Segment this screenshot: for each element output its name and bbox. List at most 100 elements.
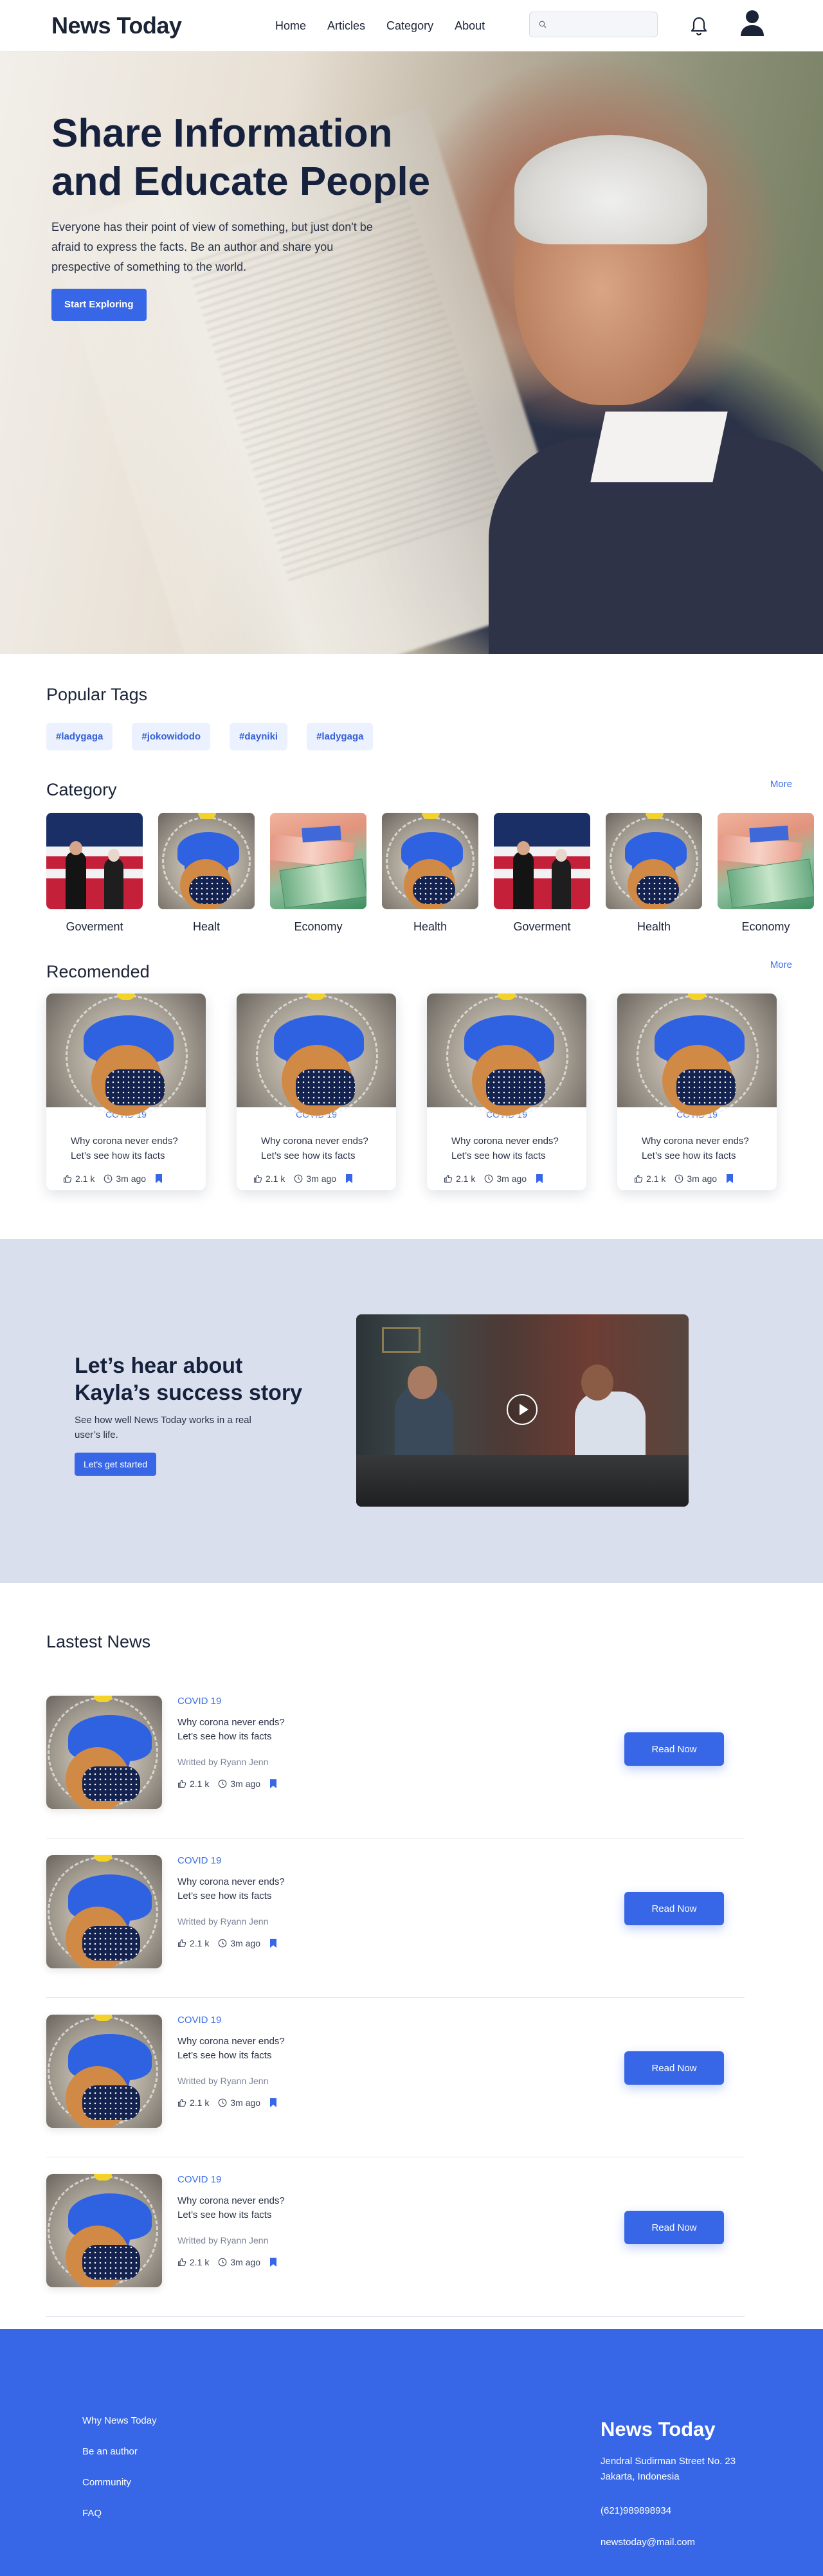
hero-title-line2: and Educate People bbox=[51, 159, 431, 204]
search-input[interactable] bbox=[552, 19, 648, 30]
news-image[interactable] bbox=[46, 2015, 162, 2128]
bookmark-icon[interactable] bbox=[345, 1174, 353, 1183]
news-list-item: COVID 19 Why corona never ends? Let’s see… bbox=[46, 1998, 745, 2157]
clock-icon bbox=[219, 2258, 227, 2267]
hero-description: Everyone has their point of view of some… bbox=[51, 221, 373, 273]
like-icon[interactable] bbox=[444, 1174, 453, 1183]
article-card-title[interactable]: Why corona never ends? Let’s see how its… bbox=[642, 1134, 764, 1163]
recomended-title: Recomended bbox=[46, 962, 150, 981]
popular-tags-section: Popular Tags #ladygaga #jokowidodo #dayn… bbox=[0, 654, 823, 750]
article-card-meta: 2.1 k 3m ago bbox=[63, 1174, 163, 1184]
bookmark-icon[interactable] bbox=[536, 1174, 543, 1183]
bookmark-icon[interactable] bbox=[269, 1939, 277, 1948]
news-author: Writted by Ryann Jenn bbox=[177, 2235, 269, 2245]
get-started-button[interactable]: Let's get started bbox=[75, 1453, 157, 1476]
latest-news-title: Lastest News bbox=[46, 1632, 151, 1651]
bookmark-icon[interactable] bbox=[155, 1174, 163, 1183]
bookmark-icon[interactable] bbox=[269, 2098, 277, 2107]
category-item[interactable]: Economy bbox=[270, 813, 366, 934]
news-category[interactable]: COVID 19 bbox=[177, 1696, 370, 1707]
category-item[interactable]: Health bbox=[606, 813, 702, 934]
news-category[interactable]: COVID 19 bbox=[177, 1855, 370, 1866]
tag-item[interactable]: #ladygaga bbox=[307, 723, 374, 750]
news-title[interactable]: Why corona never ends? Let’s see how its … bbox=[177, 2035, 370, 2063]
read-now-button[interactable]: Read Now bbox=[624, 2051, 724, 2085]
category-more-link[interactable]: More bbox=[770, 779, 792, 790]
article-card-title[interactable]: Why corona never ends? Let’s see how its… bbox=[451, 1134, 574, 1163]
user-avatar-icon[interactable] bbox=[739, 9, 765, 37]
bookmark-icon[interactable] bbox=[269, 1779, 277, 1788]
tag-item[interactable]: #jokowidodo bbox=[132, 723, 211, 750]
story-title: Let’s hear about Kayla’s success story bbox=[75, 1352, 319, 1406]
article-card-title[interactable]: Why corona never ends? Let’s see how its… bbox=[71, 1134, 193, 1163]
success-story-section: Let’s hear about Kayla’s success story S… bbox=[0, 1239, 823, 1583]
category-image bbox=[606, 813, 702, 909]
category-item[interactable]: Health bbox=[382, 813, 478, 934]
tag-item[interactable]: #dayniki bbox=[230, 723, 288, 750]
footer-email[interactable]: newstoday@mail.com bbox=[601, 2537, 768, 2548]
read-now-button[interactable]: Read Now bbox=[624, 2211, 724, 2244]
menu-category[interactable]: Category bbox=[386, 19, 433, 33]
read-now-button[interactable]: Read Now bbox=[624, 1892, 724, 1925]
news-image[interactable] bbox=[46, 2174, 162, 2287]
article-card-image bbox=[617, 993, 777, 1117]
news-category[interactable]: COVID 19 bbox=[177, 2015, 370, 2026]
bell-icon[interactable] bbox=[689, 15, 709, 36]
category-label: Economy bbox=[294, 920, 343, 933]
menu-articles[interactable]: Articles bbox=[327, 19, 365, 33]
category-label: Health bbox=[413, 920, 448, 933]
like-icon[interactable] bbox=[634, 1174, 643, 1183]
footer-phone[interactable]: (621)989898934 bbox=[601, 2505, 768, 2516]
category-item[interactable]: Goverment bbox=[494, 813, 590, 934]
like-count: 2.1 k bbox=[646, 1174, 666, 1184]
like-icon[interactable] bbox=[177, 2258, 186, 2267]
menu-about[interactable]: About bbox=[455, 19, 485, 33]
news-title[interactable]: Why corona never ends? Let’s see how its … bbox=[177, 1716, 370, 1744]
news-image[interactable] bbox=[46, 1855, 162, 1968]
news-title[interactable]: Why corona never ends? Let’s see how its … bbox=[177, 2194, 370, 2222]
like-icon[interactable] bbox=[177, 1939, 186, 1948]
article-card[interactable]: COVID 19 Why corona never ends? Let’s se… bbox=[617, 993, 777, 1190]
footer-link-why[interactable]: Why News Today bbox=[82, 2415, 157, 2426]
news-category[interactable]: COVID 19 bbox=[177, 2174, 370, 2185]
logo[interactable]: News Today bbox=[51, 12, 182, 39]
time-ago: 3m ago bbox=[230, 1938, 261, 1948]
recomended-card-list: COVID 19 Why corona never ends? Let’s se… bbox=[46, 993, 777, 1190]
news-meta: 2.1 k 3m ago bbox=[177, 2098, 370, 2108]
story-video[interactable] bbox=[356, 1314, 689, 1507]
news-title[interactable]: Why corona never ends? Let’s see how its … bbox=[177, 1875, 370, 1903]
like-count: 2.1 k bbox=[190, 1779, 210, 1789]
category-item[interactable]: Healt bbox=[158, 813, 255, 934]
footer-link-community[interactable]: Community bbox=[82, 2477, 157, 2488]
footer-link-author[interactable]: Be an author bbox=[82, 2446, 157, 2457]
article-card-title[interactable]: Why corona never ends? Let’s see how its… bbox=[261, 1134, 383, 1163]
like-icon[interactable] bbox=[253, 1174, 262, 1183]
bookmark-icon[interactable] bbox=[269, 2258, 277, 2267]
read-now-button[interactable]: Read Now bbox=[624, 1732, 724, 1766]
article-card-image bbox=[237, 993, 396, 1117]
footer-brand: News Today bbox=[601, 2418, 716, 2440]
play-icon[interactable] bbox=[507, 1394, 538, 1425]
news-image[interactable] bbox=[46, 1696, 162, 1809]
article-card[interactable]: COVID 19 Why corona never ends? Let’s se… bbox=[237, 993, 396, 1190]
like-count: 2.1 k bbox=[190, 2257, 210, 2267]
category-item[interactable]: Goverment bbox=[46, 813, 143, 934]
menu-home[interactable]: Home bbox=[275, 19, 306, 33]
like-icon[interactable] bbox=[63, 1174, 72, 1183]
footer-link-faq[interactable]: FAQ bbox=[82, 2508, 157, 2519]
news-list-item: COVID 19 Why corona never ends? Let’s see… bbox=[46, 1838, 745, 1998]
article-card[interactable]: COVID 19 Why corona never ends? Let’s se… bbox=[427, 993, 586, 1190]
clock-icon bbox=[219, 1779, 227, 1788]
category-label: Goverment bbox=[513, 920, 571, 933]
recomended-more-link[interactable]: More bbox=[770, 959, 792, 970]
tag-item[interactable]: #ladygaga bbox=[46, 723, 113, 750]
bookmark-icon[interactable] bbox=[726, 1174, 734, 1183]
article-card[interactable]: COVID 19 Why corona never ends? Let’s se… bbox=[46, 993, 206, 1190]
category-item[interactable]: Economy bbox=[718, 813, 814, 934]
start-exploring-button[interactable]: Start Exploring bbox=[51, 289, 147, 321]
article-card-meta: 2.1 k 3m ago bbox=[253, 1174, 353, 1184]
like-count: 2.1 k bbox=[456, 1174, 476, 1184]
like-icon[interactable] bbox=[177, 1779, 186, 1788]
footer-info: News Today Jendral Sudirman Street No. 2… bbox=[601, 2418, 768, 2548]
like-icon[interactable] bbox=[177, 2098, 186, 2107]
